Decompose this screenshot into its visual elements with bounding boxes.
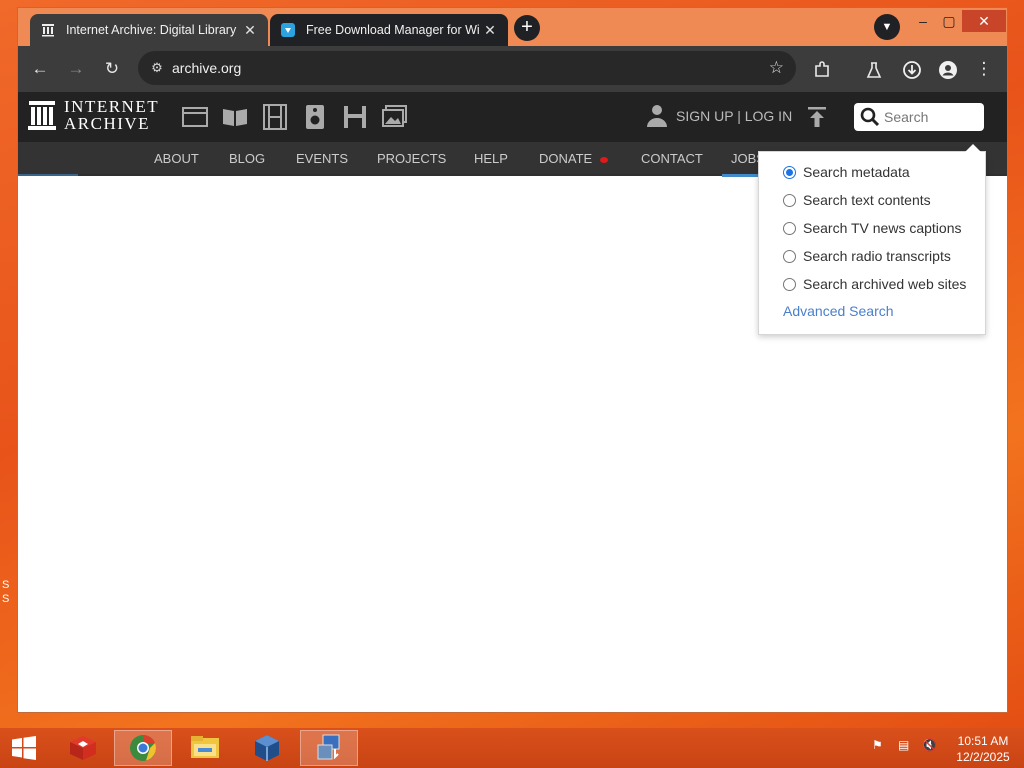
ia-logo[interactable]: INTERNET ARCHIVE <box>28 98 159 132</box>
taskbar: ⚑ ▤ 🔇 10:51 AM 12/2/2025 <box>0 728 1024 768</box>
clock-time: 10:51 AM <box>957 734 1009 748</box>
tab-search-chevron-icon[interactable]: ▼ <box>874 14 900 40</box>
forward-arrow-icon[interactable]: → <box>60 46 92 92</box>
radio-button[interactable] <box>783 193 796 207</box>
taskbar-chrome-icon[interactable] <box>114 730 172 766</box>
extensions-puzzle-icon[interactable] <box>806 46 838 92</box>
search-box[interactable] <box>854 103 984 131</box>
fdm-favicon-icon <box>280 22 296 38</box>
search-option-radio[interactable]: Search radio transcripts <box>783 248 951 264</box>
nav-underline-accent <box>18 174 78 176</box>
search-option-metadata[interactable]: Search metadata <box>783 164 910 180</box>
radio-button[interactable] <box>783 165 796 179</box>
new-tab-button[interactable]: + <box>514 15 540 41</box>
minimize-icon[interactable]: – <box>912 10 934 32</box>
software-floppy-icon[interactable] <box>342 104 368 130</box>
downloads-icon[interactable] <box>896 46 928 92</box>
archive-temple-icon <box>28 101 56 130</box>
nav-about[interactable]: ABOUT <box>154 142 199 176</box>
reload-icon[interactable]: ↻ <box>96 46 128 92</box>
nav-blog[interactable]: BLOG <box>229 142 265 176</box>
taskbar-app-redbox-icon[interactable] <box>54 730 112 766</box>
upload-icon[interactable] <box>806 106 828 128</box>
search-input[interactable] <box>884 109 976 125</box>
taskbar-clock[interactable]: 10:51 AM 12/2/2025 <box>952 733 1014 768</box>
search-option-web[interactable]: Search archived web sites <box>783 276 966 292</box>
tab-free-download-manager[interactable]: Free Download Manager for Wi ✕ <box>270 14 508 46</box>
tab-strip: Internet Archive: Digital Library ✕ Free… <box>18 8 1007 46</box>
tab-title: Internet Archive: Digital Library <box>66 23 237 37</box>
action-center-flag-icon[interactable]: ⚑ <box>872 738 883 768</box>
close-window-icon[interactable]: ✕ <box>962 10 1006 32</box>
browser-toolbar: ← → ↻ ⚙ archive.org ☆ ⋮ <box>18 46 1007 92</box>
archive-favicon-icon <box>40 22 56 38</box>
site-settings-icon[interactable]: ⚙ <box>142 60 172 76</box>
sign-up-login-link[interactable]: SIGN UP | LOG IN <box>646 104 792 128</box>
advanced-search-link[interactable]: Advanced Search <box>783 303 894 319</box>
radio-button[interactable] <box>783 221 796 235</box>
search-icon[interactable] <box>858 107 884 127</box>
clock-date: 12/2/2025 <box>956 750 1010 764</box>
close-tab-icon[interactable]: ✕ <box>482 22 498 39</box>
nav-contact[interactable]: CONTACT <box>641 142 703 176</box>
tab-title: Free Download Manager for Wi <box>306 23 480 37</box>
tab-internet-archive[interactable]: Internet Archive: Digital Library ✕ <box>30 14 268 46</box>
images-icon[interactable] <box>382 104 408 130</box>
texts-book-icon[interactable] <box>222 104 248 130</box>
nav-help[interactable]: HELP <box>474 142 508 176</box>
donate-heart-icon <box>600 156 609 163</box>
bookmark-star-icon[interactable]: ☆ <box>769 58 784 78</box>
maximize-icon[interactable]: ▢ <box>938 10 960 32</box>
user-person-icon <box>647 105 667 127</box>
volume-muted-icon[interactable]: 🔇 <box>922 738 937 768</box>
desktop-icon-labels: S S <box>2 579 10 605</box>
taskbar-file-explorer-icon[interactable] <box>176 730 234 766</box>
address-bar[interactable]: ⚙ archive.org ☆ <box>138 51 796 85</box>
nav-donate[interactable]: DONATE <box>539 142 609 176</box>
start-windows-icon[interactable] <box>0 730 48 766</box>
nav-projects[interactable]: PROJECTS <box>377 142 446 176</box>
ia-header: INTERNET ARCHIVE SIGN UP | LOG IN <box>18 92 1007 142</box>
menu-kebab-icon[interactable]: ⋮ <box>968 46 1000 92</box>
audio-speaker-icon[interactable] <box>302 104 328 130</box>
radio-button[interactable] <box>783 277 796 291</box>
search-option-tv[interactable]: Search TV news captions <box>783 220 962 236</box>
nav-underline-accent <box>722 174 758 177</box>
video-film-icon[interactable] <box>262 104 288 130</box>
search-option-text[interactable]: Search text contents <box>783 192 931 208</box>
taskbar-installer-icon[interactable] <box>300 730 358 766</box>
profile-avatar-icon[interactable] <box>932 46 964 92</box>
back-arrow-icon[interactable]: ← <box>24 46 56 92</box>
web-icon[interactable] <box>182 104 208 130</box>
url-text[interactable]: archive.org <box>172 60 241 76</box>
labs-flask-icon[interactable] <box>858 46 890 92</box>
browser-window: Internet Archive: Digital Library ✕ Free… <box>18 8 1007 712</box>
radio-button[interactable] <box>783 249 796 263</box>
search-options-dropdown: Search metadata Search text contents Sea… <box>758 144 986 335</box>
logo-text: INTERNET ARCHIVE <box>64 97 160 133</box>
nav-events[interactable]: EVENTS <box>296 142 348 176</box>
close-tab-icon[interactable]: ✕ <box>242 22 258 39</box>
network-icon[interactable]: ▤ <box>898 738 909 768</box>
taskbar-virtualbox-icon[interactable] <box>238 730 296 766</box>
media-type-icons <box>182 104 408 130</box>
dropdown-caret <box>965 144 981 152</box>
